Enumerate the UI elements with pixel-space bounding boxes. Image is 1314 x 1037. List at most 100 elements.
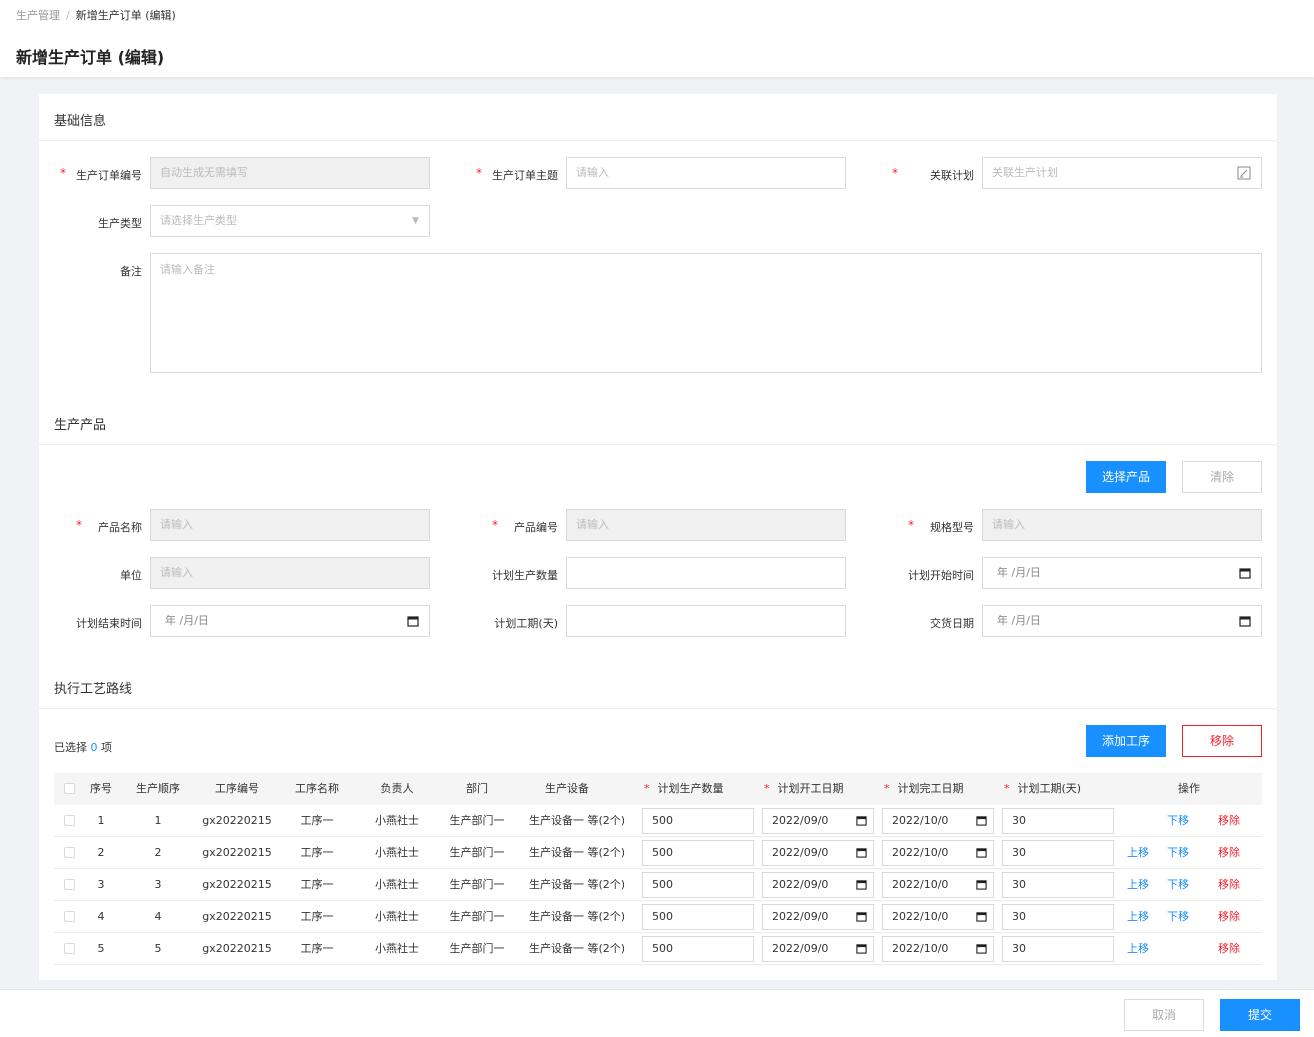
calendar-icon[interactable]	[976, 841, 987, 865]
order-subject-input[interactable]: 请输入	[566, 157, 846, 189]
move-down-link[interactable]: 下移	[1167, 805, 1189, 837]
cell-name: 工序一	[300, 942, 334, 955]
calendar-icon[interactable]	[976, 905, 987, 929]
required-mark: *	[764, 782, 770, 795]
edit-icon[interactable]	[1237, 158, 1251, 188]
start-date-input[interactable]: 2022/09/0	[762, 936, 874, 962]
clear-product-button[interactable]: 清除	[1182, 461, 1262, 493]
remove-row-link[interactable]: 移除	[1218, 837, 1240, 869]
move-up-link[interactable]: 上移	[1127, 933, 1149, 965]
footer-bar: 取消 提交	[0, 989, 1314, 1037]
cell-equip: 生产设备一 等(2个)	[528, 814, 626, 827]
qty-input[interactable]: 500	[642, 872, 754, 898]
plan-start-date[interactable]: 年 /月/日	[982, 557, 1262, 589]
calendar-icon[interactable]	[856, 809, 867, 833]
calendar-icon[interactable]	[1239, 606, 1251, 636]
start-date-input[interactable]: 2022/09/0	[762, 872, 874, 898]
plan-qty-input[interactable]	[566, 557, 846, 589]
qty-input[interactable]: 500	[642, 840, 754, 866]
table-row: 3 3 gx20220215 工序一 小燕社士 生产部门一 生产设备一 等(2个…	[54, 869, 1262, 901]
calendar-icon[interactable]	[407, 606, 419, 636]
plan-start-value: 年 /月/日	[997, 566, 1041, 579]
start-date-value: 2022/09/0	[772, 878, 829, 891]
cell-owner: 小燕社士	[375, 878, 419, 891]
days-input[interactable]: 30	[1002, 904, 1114, 930]
plan-end-value: 年 /月/日	[165, 614, 209, 627]
days-input[interactable]: 30	[1002, 840, 1114, 866]
prod-type-select[interactable]: 请选择生产类型 ▼	[150, 205, 430, 237]
move-up-link[interactable]: 上移	[1127, 837, 1149, 869]
required-mark: *	[644, 782, 650, 795]
row-checkbox[interactable]	[64, 879, 75, 890]
qty-input[interactable]: 500	[642, 808, 754, 834]
move-up-link[interactable]: 上移	[1127, 869, 1149, 901]
end-date-input[interactable]: 2022/10/0	[882, 808, 994, 834]
calendar-icon[interactable]	[856, 841, 867, 865]
move-down-link[interactable]: 下移	[1167, 869, 1189, 901]
required-mark: *	[60, 166, 66, 180]
related-plan-input[interactable]: 关联生产计划	[982, 157, 1262, 189]
select-all-checkbox[interactable]	[64, 783, 75, 794]
start-date-input[interactable]: 2022/09/0	[762, 904, 874, 930]
end-date-input[interactable]: 2022/10/0	[882, 904, 994, 930]
row-checkbox[interactable]	[64, 911, 75, 922]
delivery-date[interactable]: 年 /月/日	[982, 605, 1262, 637]
start-date-value: 2022/09/0	[772, 846, 829, 859]
breadcrumb-parent[interactable]: 生产管理	[16, 9, 60, 22]
end-date-input[interactable]: 2022/10/0	[882, 840, 994, 866]
move-up-link[interactable]: 上移	[1127, 901, 1149, 933]
remove-row-link[interactable]: 移除	[1218, 933, 1240, 965]
days-input[interactable]: 30	[1002, 808, 1114, 834]
section-title-route: 执行工艺路线	[54, 682, 133, 697]
calendar-icon[interactable]	[976, 937, 987, 961]
end-date-input[interactable]: 2022/10/0	[882, 872, 994, 898]
calendar-icon[interactable]	[1239, 558, 1251, 588]
selected-prefix: 已选择	[54, 741, 87, 754]
order-subject-label: 生产订单主题	[492, 169, 558, 182]
product-name-input: 请输入	[150, 509, 430, 541]
remove-row-link[interactable]: 移除	[1218, 869, 1240, 901]
qty-input[interactable]: 500	[642, 904, 754, 930]
end-date-input[interactable]: 2022/10/0	[882, 936, 994, 962]
unit-input: 请输入	[150, 557, 430, 589]
row-checkbox[interactable]	[64, 815, 75, 826]
plan-days-label: 计划工期(天)	[494, 617, 558, 630]
move-down-link[interactable]: 下移	[1167, 837, 1189, 869]
qty-input[interactable]: 500	[642, 936, 754, 962]
cell-equip: 生产设备一 等(2个)	[528, 910, 626, 923]
cancel-button[interactable]: 取消	[1124, 999, 1204, 1031]
col-start: * 计划开工日期	[764, 773, 874, 805]
start-date-input[interactable]: 2022/09/0	[762, 840, 874, 866]
col-owner: 负责人	[380, 782, 414, 795]
plan-end-date[interactable]: 年 /月/日	[150, 605, 430, 637]
days-input[interactable]: 30	[1002, 872, 1114, 898]
row-checkbox[interactable]	[64, 847, 75, 858]
remove-row-link[interactable]: 移除	[1218, 901, 1240, 933]
remark-textarea[interactable]: 请输入备注	[150, 253, 1262, 373]
calendar-icon[interactable]	[856, 905, 867, 929]
select-product-button[interactable]: 选择产品	[1086, 461, 1166, 493]
cell-owner: 小燕社士	[375, 942, 419, 955]
row-checkbox[interactable]	[64, 943, 75, 954]
spec-label: 规格型号	[930, 521, 974, 534]
start-date-input[interactable]: 2022/09/0	[762, 808, 874, 834]
plan-days-input[interactable]	[566, 605, 846, 637]
cell-code: gx20220215	[202, 814, 272, 827]
unit-label: 单位	[120, 569, 142, 582]
calendar-icon[interactable]	[856, 937, 867, 961]
calendar-icon[interactable]	[856, 873, 867, 897]
submit-button[interactable]: 提交	[1220, 999, 1300, 1031]
move-down-link[interactable]: 下移	[1167, 901, 1189, 933]
remove-process-button[interactable]: 移除	[1182, 725, 1262, 757]
calendar-icon[interactable]	[976, 873, 987, 897]
cell-no: 5	[97, 942, 105, 955]
breadcrumb-current: 新增生产订单 (编辑)	[75, 9, 176, 22]
calendar-icon[interactable]	[976, 809, 987, 833]
remove-row-link[interactable]: 移除	[1218, 805, 1240, 837]
cell-dept: 生产部门一	[449, 814, 505, 827]
col-qty-label: 计划生产数量	[657, 782, 724, 795]
add-process-button[interactable]: 添加工序	[1086, 725, 1166, 757]
form-card: 基础信息 * 生产订单编号 自动生成无需填写 * 生产订单主题 请输入 * 关联…	[39, 94, 1277, 980]
section-title-product: 生产产品	[54, 418, 107, 433]
days-input[interactable]: 30	[1002, 936, 1114, 962]
